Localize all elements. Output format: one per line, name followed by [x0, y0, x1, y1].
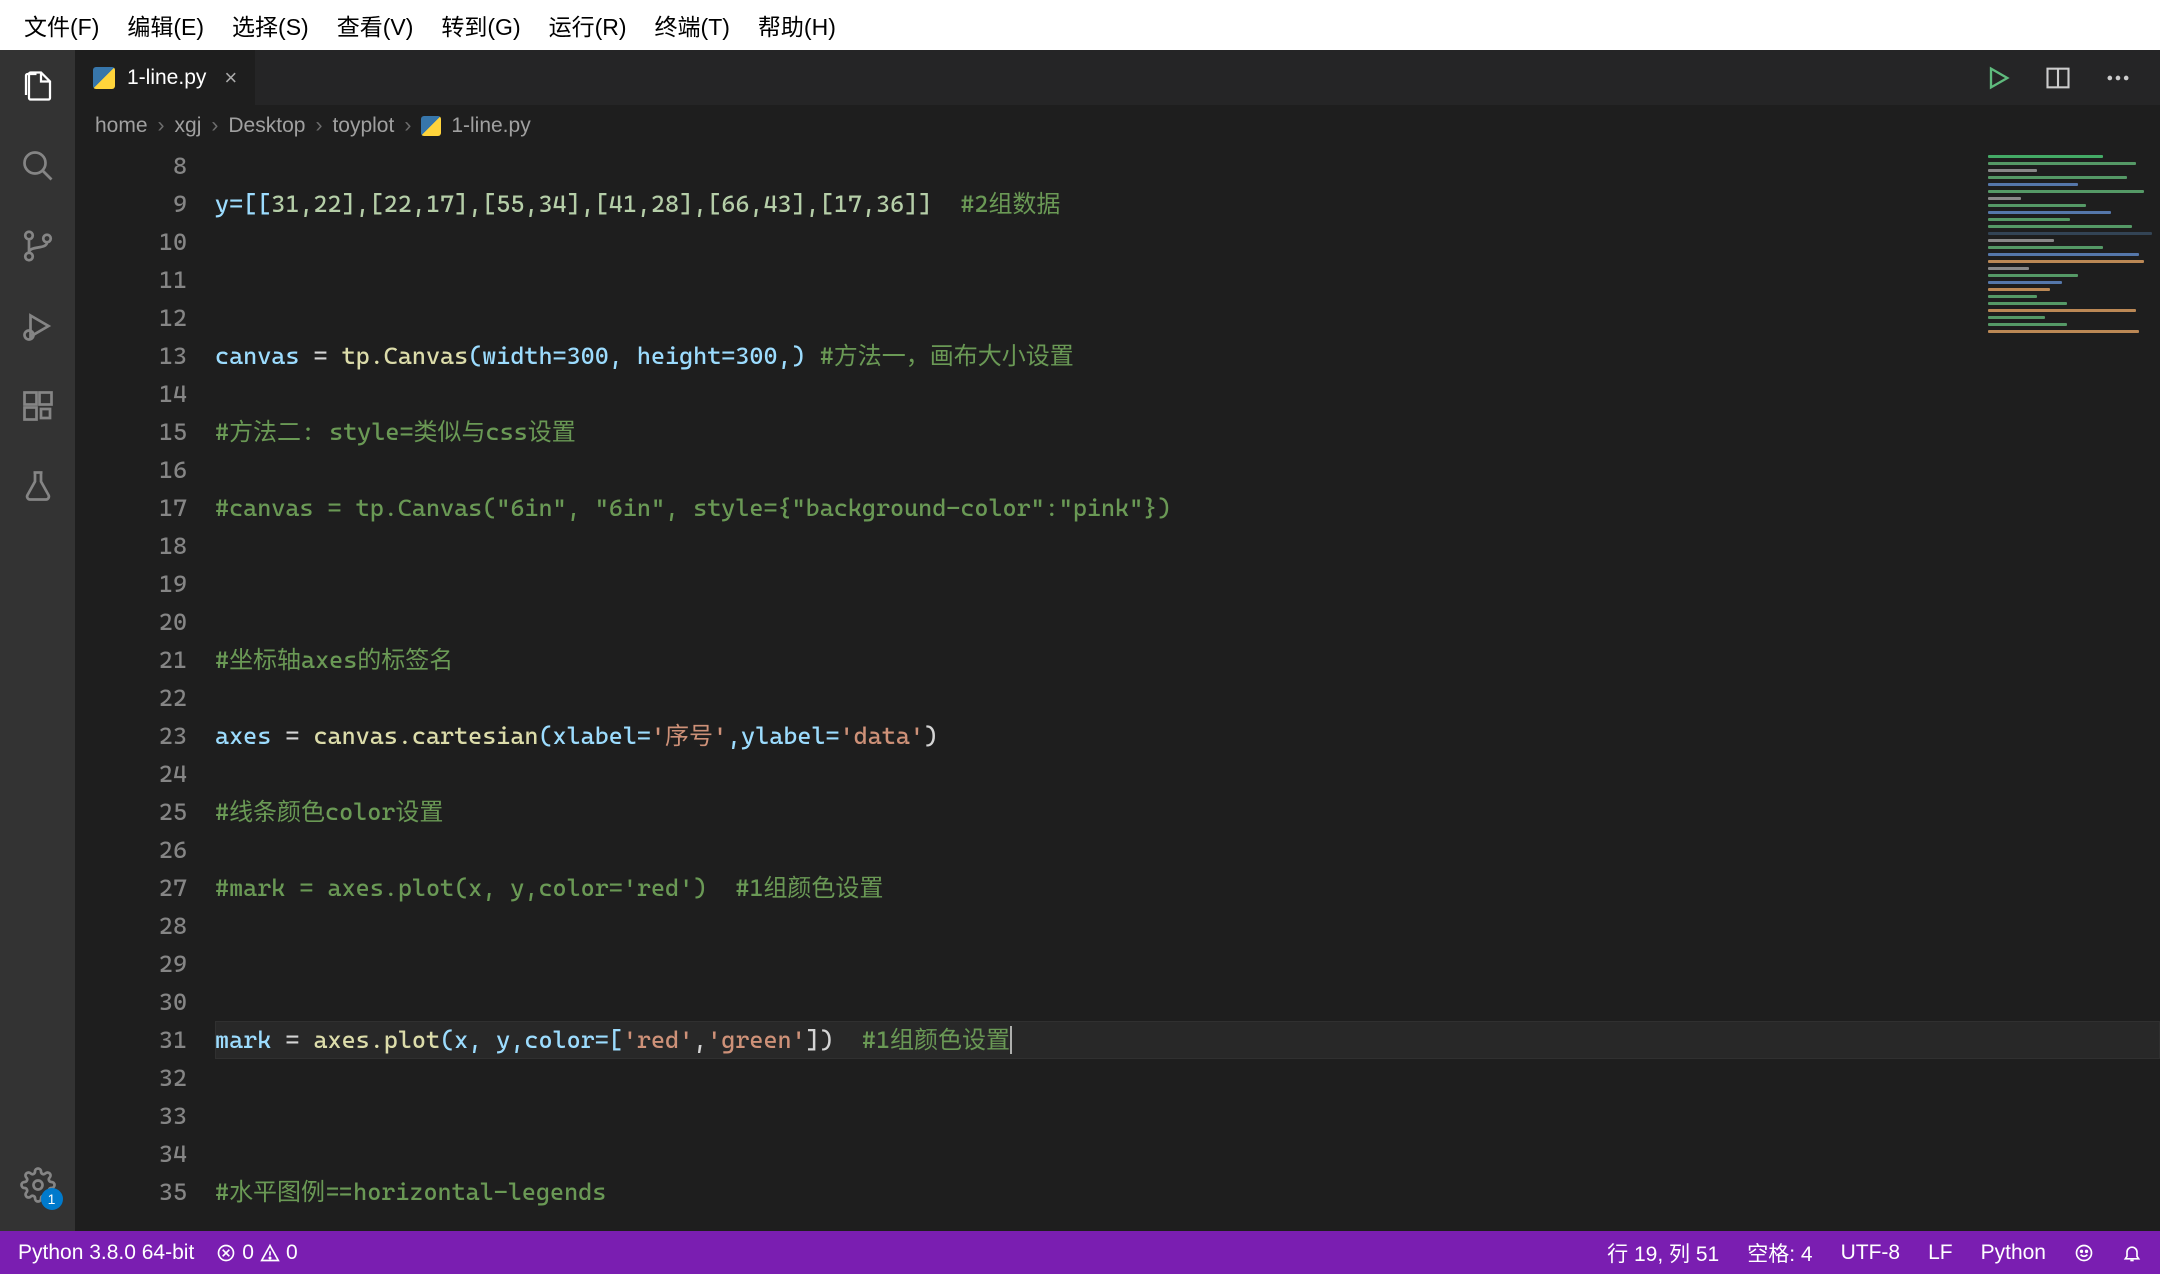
editor-area[interactable]: 8 9 10 11 12 13 14 15 16 17 18 19 20 21 … [75, 147, 2160, 1231]
python-file-icon [93, 67, 115, 89]
editor-group: 1-line.py × home › xgj › Desktop › toyplot › [75, 50, 2160, 1231]
menu-edit[interactable]: 编辑(E) [113, 8, 218, 42]
activity-settings[interactable]: 1 [17, 1164, 59, 1206]
tab-actions [1984, 50, 2160, 105]
status-problems[interactable]: 0 0 [216, 1241, 297, 1265]
activity-testing[interactable] [17, 465, 59, 507]
status-language[interactable]: Python [1981, 1241, 2046, 1265]
python-file-icon [421, 116, 441, 136]
menu-file[interactable]: 文件(F) [10, 8, 113, 42]
tabs-row: 1-line.py × [75, 50, 2160, 105]
split-editor-button[interactable] [2044, 64, 2072, 92]
menu-view[interactable]: 查看(V) [323, 8, 428, 42]
status-spaces[interactable]: 空格: 4 [1747, 1238, 1812, 1268]
menu-run[interactable]: 运行(R) [535, 8, 641, 42]
status-error-count: 0 [242, 1241, 254, 1265]
status-notifications[interactable] [2122, 1243, 2142, 1263]
menu-terminal[interactable]: 终端(T) [641, 8, 744, 42]
status-eol[interactable]: LF [1928, 1241, 1953, 1265]
menu-goto[interactable]: 转到(G) [427, 8, 534, 42]
activity-bar: 1 [0, 50, 75, 1231]
status-cursor-pos[interactable]: 行 19, 列 51 [1607, 1238, 1719, 1268]
status-feedback[interactable] [2074, 1243, 2094, 1263]
activity-search[interactable] [17, 145, 59, 187]
crumb-folder[interactable]: toyplot [332, 114, 394, 138]
menu-bar: 文件(F) 编辑(E) 选择(S) 查看(V) 转到(G) 运行(R) 终端(T… [0, 0, 2160, 50]
code-content[interactable]: y=[[31,22],[22,17],[55,34],[41,28],[66,4… [215, 147, 2160, 1231]
crumb-desktop[interactable]: Desktop [228, 114, 305, 138]
status-warning-count: 0 [286, 1241, 298, 1265]
play-bug-icon [20, 308, 56, 344]
more-icon [2104, 64, 2132, 92]
chevron-right-icon: › [404, 114, 411, 138]
activity-extensions[interactable] [17, 385, 59, 427]
feedback-icon [2074, 1243, 2094, 1263]
extensions-icon [20, 388, 56, 424]
files-icon [20, 68, 56, 104]
text-cursor [1010, 1026, 1012, 1054]
chevron-right-icon: › [158, 114, 165, 138]
activity-source-control[interactable] [17, 225, 59, 267]
bell-icon [2122, 1243, 2142, 1263]
play-icon [1984, 64, 2012, 92]
status-encoding[interactable]: UTF-8 [1841, 1241, 1901, 1265]
more-actions-button[interactable] [2104, 64, 2132, 92]
minimap[interactable] [1980, 147, 2160, 347]
beaker-icon [20, 468, 56, 504]
chevron-right-icon: › [315, 114, 322, 138]
crumb-home[interactable]: home [95, 114, 148, 138]
activity-run-debug[interactable] [17, 305, 59, 347]
menu-help[interactable]: 帮助(H) [744, 8, 850, 42]
tab-active[interactable]: 1-line.py × [75, 50, 255, 105]
line-number-gutter: 8 9 10 11 12 13 14 15 16 17 18 19 20 21 … [75, 147, 215, 1231]
main-container: 1 1-line.py × h [0, 50, 2160, 1231]
search-icon [20, 148, 56, 184]
status-interpreter[interactable]: Python 3.8.0 64-bit [18, 1241, 194, 1265]
branch-icon [20, 228, 56, 264]
status-bar: Python 3.8.0 64-bit 0 0 行 19, 列 51 空格: 4… [0, 1231, 2160, 1274]
activity-explorer[interactable] [17, 65, 59, 107]
error-icon [216, 1243, 236, 1263]
warning-icon [260, 1243, 280, 1263]
settings-badge: 1 [41, 1188, 63, 1210]
breadcrumb: home › xgj › Desktop › toyplot › 1-line.py [75, 105, 2160, 147]
run-button[interactable] [1984, 64, 2012, 92]
tab-close-icon[interactable]: × [218, 65, 237, 91]
crumb-file[interactable]: 1-line.py [451, 114, 530, 138]
chevron-right-icon: › [211, 114, 218, 138]
menu-select[interactable]: 选择(S) [218, 8, 323, 42]
tab-filename: 1-line.py [127, 66, 206, 90]
crumb-user[interactable]: xgj [175, 114, 202, 138]
split-editor-icon [2044, 64, 2072, 92]
